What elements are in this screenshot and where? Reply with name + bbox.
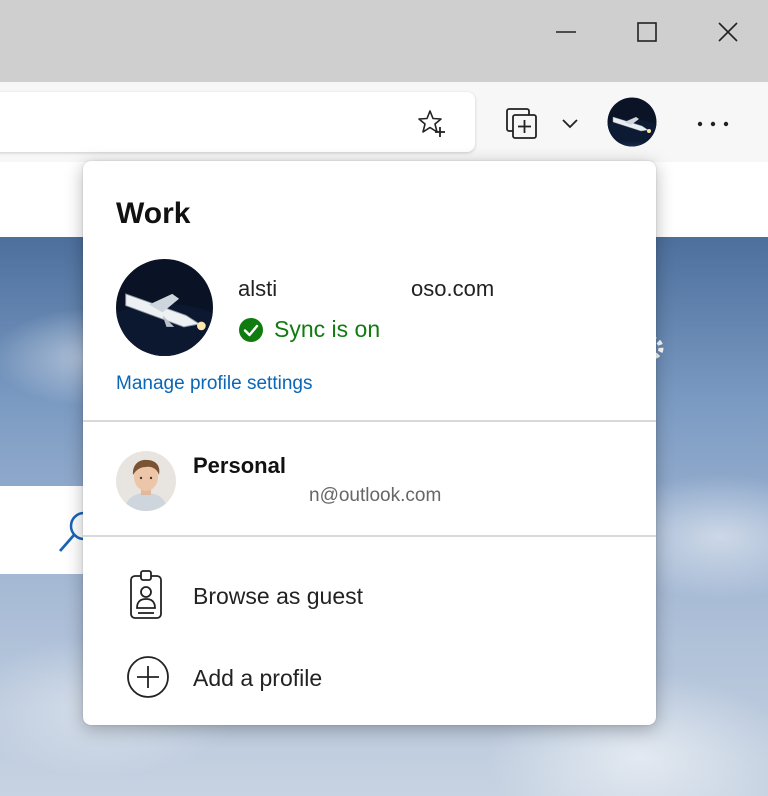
maximize-icon [637,22,657,42]
add-circle-icon [123,651,173,703]
browser-toolbar [0,82,768,162]
address-bar[interactable] [0,92,475,152]
work-profile-avatar [116,259,213,356]
personal-profile-email: n@outlook.com [309,485,442,506]
personal-profile-avatar [116,451,176,511]
sync-check-icon [238,317,264,343]
guest-badge-icon [121,569,171,621]
sync-status: Sync is on [238,316,380,343]
more-horizontal-icon [697,121,729,127]
profile-flyout: Work alsti oso.com Sync is on Manage pro… [83,161,656,725]
add-profile-item[interactable]: Add a profile [83,643,656,713]
personal-profile-item[interactable]: Personal n@outlook.com [83,423,656,533]
collections-icon [506,108,537,139]
chevron-down-icon [562,119,578,129]
more-options-button[interactable] [690,106,736,142]
profile-avatar [607,97,657,147]
work-email-end: oso.com [411,276,495,301]
browse-as-guest-item[interactable]: Browse as guest [83,561,656,631]
add-favorite-button[interactable] [412,106,452,140]
collections-button[interactable] [500,102,544,146]
manage-profile-settings-link[interactable]: Manage profile settings [116,373,312,395]
profile-title: Work [116,197,191,230]
divider [83,535,656,537]
redaction-block [282,276,408,306]
browse-as-guest-label: Browse as guest [193,583,364,609]
sync-status-text: Sync is on [274,316,381,342]
close-icon [718,22,738,42]
profile-button[interactable] [606,96,658,148]
minimize-button[interactable] [526,0,606,64]
work-email-start: alsti [238,276,278,301]
add-favorite-star-icon [418,110,445,137]
close-button[interactable] [688,0,768,64]
add-profile-label: Add a profile [193,665,323,691]
divider [83,420,656,422]
personal-profile-name: Personal [193,453,286,478]
minimize-icon [556,31,576,33]
maximize-button[interactable] [607,0,687,64]
collections-dropdown-button[interactable] [556,110,584,138]
title-bar [0,0,768,82]
